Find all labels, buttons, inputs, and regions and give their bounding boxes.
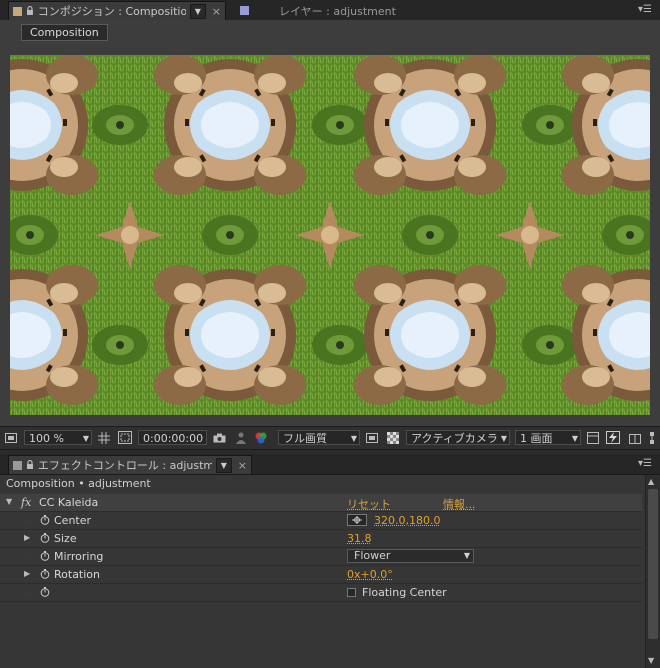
property-name: Size bbox=[54, 532, 77, 545]
scroll-up-icon[interactable]: ▲ bbox=[648, 477, 654, 486]
kaleidoscope-image bbox=[10, 55, 650, 415]
stopwatch-icon[interactable] bbox=[40, 515, 50, 525]
zoom-select[interactable]: 100 % ▼ bbox=[24, 430, 92, 445]
effect-breadcrumb: Composition • adjustment bbox=[6, 477, 151, 490]
panel-menu-icon[interactable]: ▾☰ bbox=[636, 457, 654, 470]
composition-preview[interactable] bbox=[10, 55, 650, 415]
timecode-value: 0:00:00:00 bbox=[143, 432, 204, 445]
panel-menu-icon[interactable]: ▾☰ bbox=[636, 3, 654, 16]
property-name: Center bbox=[54, 514, 92, 527]
stopwatch-icon[interactable] bbox=[40, 551, 50, 561]
row-dot: · bbox=[28, 553, 31, 562]
viewer-toolbar: 100 % ▼ 0:00:00:00 フル画質 ▼ アクティブカメラ ▼ 1 画… bbox=[0, 426, 660, 450]
camera-view-select[interactable]: アクティブカメラ ▼ bbox=[406, 430, 510, 445]
about-link[interactable]: 情報... bbox=[443, 496, 476, 512]
floating-center-checkbox[interactable] bbox=[347, 588, 356, 597]
scroll-down-icon[interactable]: ▼ bbox=[648, 656, 654, 665]
effect-color-swatch bbox=[13, 460, 22, 470]
composition-breadcrumb-button[interactable]: Composition bbox=[21, 24, 108, 41]
effect-controls-tabbar: エフェクトコントロール : adjustment ▼ × ▾☰ bbox=[0, 454, 660, 475]
tab-layer[interactable]: レイヤー : adjustment bbox=[236, 1, 426, 20]
chevron-down-icon[interactable]: ▼ bbox=[189, 3, 206, 19]
property-row-floating-center: · Floating Center bbox=[0, 584, 642, 602]
tab-effect-controls[interactable]: エフェクトコントロール : adjustment ▼ × bbox=[8, 455, 252, 474]
crosshair-icon[interactable] bbox=[347, 514, 367, 526]
fast-preview-icon[interactable] bbox=[365, 431, 379, 444]
region-of-interest-icon[interactable] bbox=[118, 431, 132, 444]
fast-previews-lightning-icon[interactable] bbox=[606, 431, 620, 444]
camera-view-value: アクティブカメラ bbox=[411, 432, 498, 445]
tab-composition[interactable]: コンポジション : Composition ▼ × bbox=[8, 1, 226, 20]
center-value[interactable]: 320.0,180.0 bbox=[374, 514, 440, 527]
row-dot: · bbox=[28, 589, 31, 598]
camera-snapshot-icon[interactable] bbox=[212, 431, 226, 444]
always-preview-icon[interactable] bbox=[4, 431, 18, 444]
lock-icon[interactable] bbox=[26, 460, 34, 470]
property-row-mirroring: · Mirroring Flower ▼ bbox=[0, 548, 642, 566]
toggle-pixel-aspect-icon[interactable] bbox=[586, 431, 600, 444]
flowchart-icon[interactable] bbox=[648, 431, 658, 444]
title-action-safe-icon[interactable] bbox=[97, 431, 111, 444]
resolution-value: フル画質 bbox=[283, 432, 327, 445]
stopwatch-icon[interactable] bbox=[40, 569, 50, 579]
composition-viewer-panel: Composition bbox=[0, 20, 660, 426]
stopwatch-icon[interactable] bbox=[40, 587, 50, 597]
effect-controls-panel: Composition • adjustment ▼ fx CC Kaleida… bbox=[0, 475, 660, 668]
property-row-size: ▶ Size 31.8 bbox=[0, 530, 642, 548]
chevron-down-icon: ▼ bbox=[500, 434, 507, 443]
composition-color-swatch bbox=[13, 6, 22, 16]
expand-triangle-icon[interactable]: ▶ bbox=[24, 533, 30, 542]
view-layout-select[interactable]: 1 画面 ▼ bbox=[515, 430, 581, 445]
effect-controls-scrollbar[interactable]: ▲ ▼ bbox=[645, 475, 660, 668]
effect-row-cc-kaleida[interactable]: ▼ fx CC Kaleida リセット 情報... bbox=[0, 494, 642, 512]
size-value[interactable]: 31.8 bbox=[347, 532, 372, 545]
property-row-rotation: ▶ Rotation 0x+0.0° bbox=[0, 566, 642, 584]
rotation-value[interactable]: 0x+0.0° bbox=[347, 568, 393, 581]
timecode-field[interactable]: 0:00:00:00 bbox=[138, 430, 207, 445]
close-icon[interactable]: × bbox=[238, 459, 247, 472]
effect-name: CC Kaleida bbox=[39, 496, 99, 509]
floating-center-label: Floating Center bbox=[362, 586, 447, 599]
chevron-down-icon: ▼ bbox=[463, 551, 470, 560]
close-icon[interactable]: × bbox=[212, 5, 221, 18]
row-dot: · bbox=[28, 517, 31, 526]
resolution-select[interactable]: フル画質 ▼ bbox=[278, 430, 360, 445]
zoom-value: 100 % bbox=[29, 432, 64, 445]
composition-panel-tabbar: コンポジション : Composition ▼ × レイヤー : adjustm… bbox=[0, 0, 660, 21]
tab-layer-label: レイヤー : adjustment bbox=[279, 4, 396, 18]
mirroring-select[interactable]: Flower ▼ bbox=[347, 549, 474, 563]
tab-effect-controls-label: エフェクトコントロール : adjustment bbox=[37, 459, 212, 472]
color-channels-icon[interactable] bbox=[254, 431, 268, 444]
layer-color-swatch bbox=[240, 6, 249, 15]
chevron-down-icon: ▼ bbox=[350, 434, 357, 443]
property-name: Rotation bbox=[54, 568, 101, 581]
timeline-icon[interactable] bbox=[628, 431, 642, 444]
view-layout-value: 1 画面 bbox=[520, 432, 553, 445]
reset-link[interactable]: リセット bbox=[347, 496, 391, 512]
stopwatch-icon[interactable] bbox=[40, 533, 50, 543]
property-name: Mirroring bbox=[54, 550, 104, 563]
chevron-down-icon: ▼ bbox=[82, 434, 89, 443]
mirroring-value: Flower bbox=[354, 549, 391, 562]
lock-icon[interactable] bbox=[26, 6, 34, 16]
property-row-center: · Center 320.0,180.0 bbox=[0, 512, 642, 530]
tab-composition-label: コンポジション : Composition bbox=[37, 5, 186, 18]
expand-triangle-icon[interactable]: ▼ bbox=[6, 497, 12, 506]
chevron-down-icon: ▼ bbox=[571, 434, 578, 443]
transparency-grid-icon[interactable] bbox=[386, 431, 400, 444]
expand-triangle-icon[interactable]: ▶ bbox=[24, 569, 30, 578]
show-snapshot-icon[interactable] bbox=[234, 431, 248, 444]
chevron-down-icon[interactable]: ▼ bbox=[215, 457, 232, 473]
scrollbar-thumb[interactable] bbox=[648, 489, 658, 639]
fx-icon[interactable]: fx bbox=[21, 496, 31, 509]
